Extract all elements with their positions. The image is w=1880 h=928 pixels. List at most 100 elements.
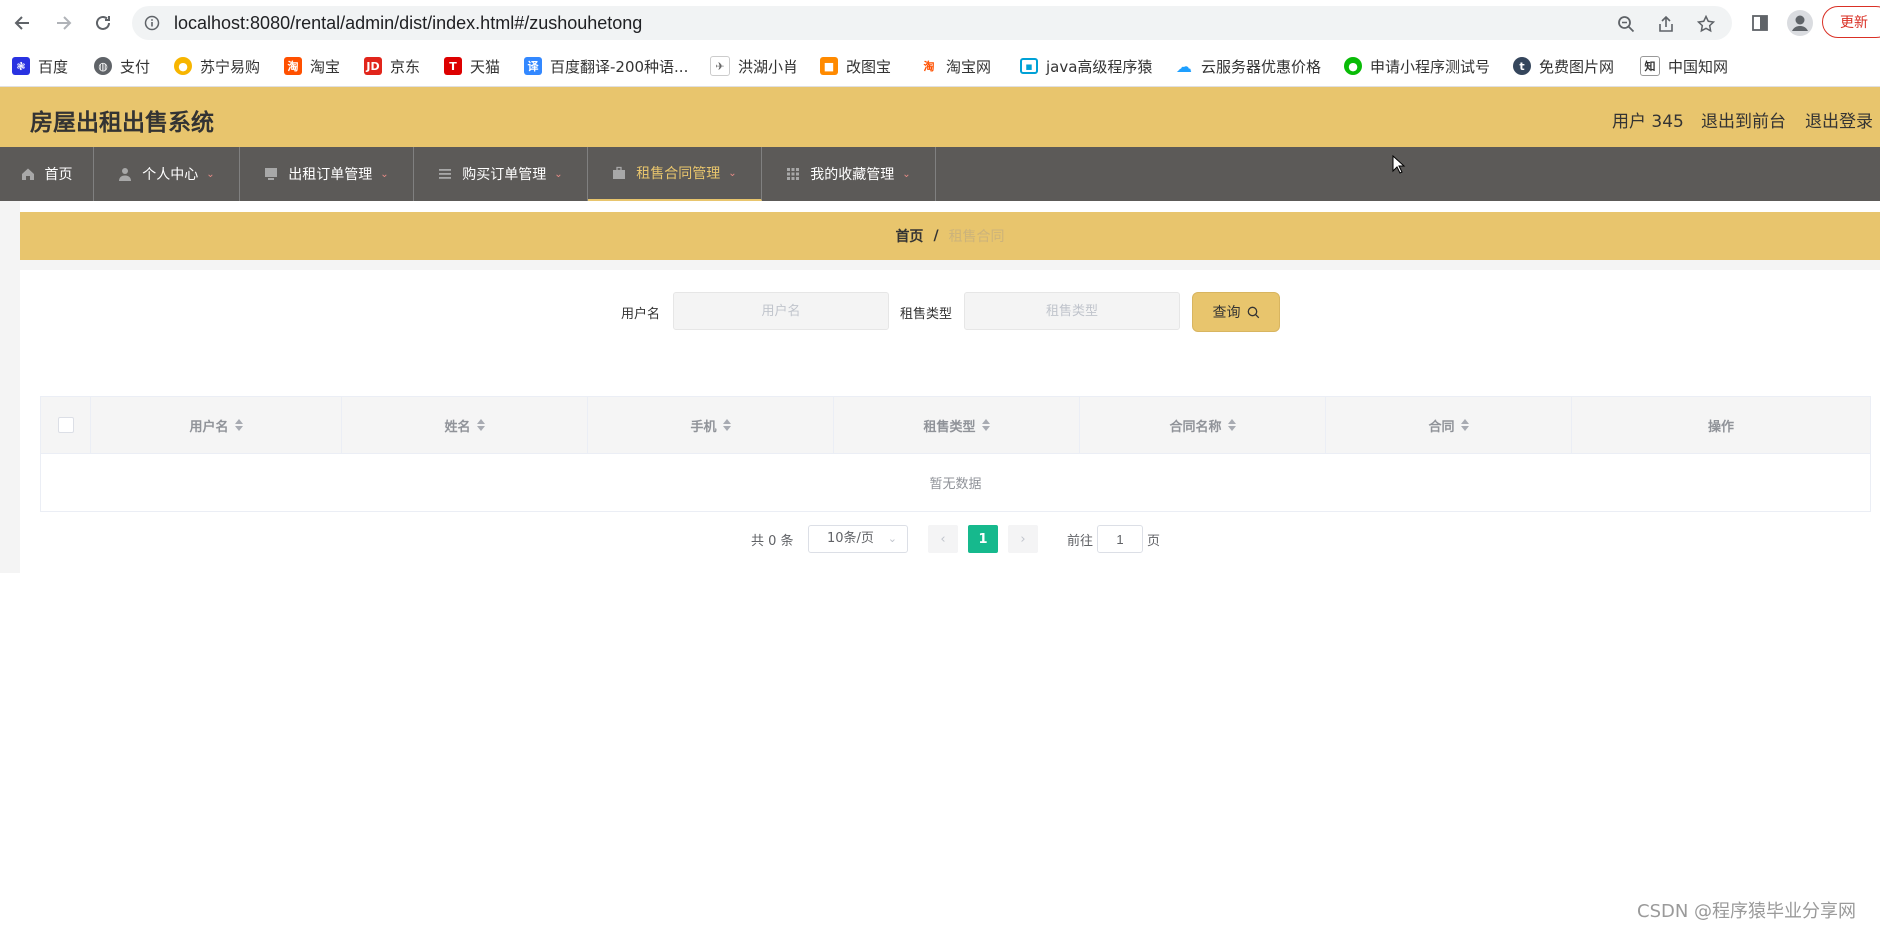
logout-link[interactable]: 退出登录 bbox=[1805, 107, 1873, 132]
cnki-icon: 知 bbox=[1640, 56, 1660, 76]
address-bar[interactable]: localhost:8080/rental/admin/dist/index.h… bbox=[132, 6, 1732, 40]
url-text[interactable]: localhost:8080/rental/admin/dist/index.h… bbox=[174, 13, 642, 34]
menu-purchase-orders[interactable]: 购买订单管理 ⌄ bbox=[414, 147, 588, 201]
sort-icon[interactable] bbox=[722, 419, 731, 431]
breadcrumb: 首页 / 租售合同 bbox=[20, 212, 1880, 260]
share-icon[interactable] bbox=[1656, 14, 1676, 34]
rent-sale-type-input[interactable] bbox=[964, 292, 1180, 330]
cloud-icon: ☁ bbox=[1175, 56, 1193, 76]
bookmark-item[interactable]: ● 苏宁易购 bbox=[174, 54, 260, 78]
chevron-down-icon: ⌄ bbox=[554, 168, 563, 180]
search-button[interactable]: 查询 bbox=[1192, 292, 1280, 332]
sort-icon[interactable] bbox=[1460, 419, 1469, 431]
jd-icon: JD bbox=[364, 57, 382, 75]
profile-avatar-icon[interactable] bbox=[1786, 9, 1814, 37]
next-page-button[interactable]: › bbox=[1008, 525, 1038, 553]
goto-label: 前往 bbox=[1067, 534, 1094, 549]
forward-icon[interactable] bbox=[50, 10, 76, 36]
bookmark-item[interactable]: 知中国知网 bbox=[1640, 54, 1728, 78]
mouse-cursor-icon bbox=[1392, 154, 1406, 179]
bookmarks-bar: ❃ 百度 ◍ 支付 ● 苏宁易购 淘淘宝 JD 京东 T 天猫 译百度翻译-200种语..… bbox=[0, 46, 1880, 87]
zoom-icon[interactable] bbox=[1616, 14, 1636, 34]
bookmark-item[interactable]: ◍ 支付 bbox=[94, 54, 150, 78]
tmall-icon: T bbox=[444, 57, 462, 75]
back-icon[interactable] bbox=[10, 10, 36, 36]
gaitubao-icon: ■ bbox=[820, 57, 838, 75]
sort-icon[interactable] bbox=[476, 419, 485, 431]
page-size-select[interactable]: 10条/页 ⌄ bbox=[808, 525, 908, 553]
left-gutter bbox=[0, 201, 20, 573]
chevron-down-icon: ⌄ bbox=[887, 532, 897, 545]
bookmark-star-icon[interactable] bbox=[1696, 14, 1716, 34]
bookmark-item[interactable]: JD 京东 bbox=[364, 54, 420, 78]
menu-favorites[interactable]: 我的收藏管理 ⌄ bbox=[762, 147, 936, 201]
bookmark-item[interactable]: 译百度翻译-200种语... bbox=[524, 54, 688, 78]
sort-icon[interactable] bbox=[234, 419, 243, 431]
reload-icon[interactable] bbox=[90, 10, 116, 36]
app-header: 房屋出租出售系统 用户 345 退出到前台 退出登录 bbox=[0, 87, 1880, 147]
side-panel-icon[interactable] bbox=[1746, 9, 1774, 37]
page-number-button[interactable]: 1 bbox=[968, 525, 998, 553]
globe-icon: ◍ bbox=[94, 57, 112, 75]
search-icon bbox=[1247, 306, 1260, 319]
content-gap bbox=[20, 260, 1880, 270]
empty-state: 暂无数据 bbox=[929, 476, 982, 492]
column-header[interactable]: 租售类型 bbox=[834, 397, 1080, 453]
bookmark-item[interactable]: ■ 改图宝 bbox=[820, 54, 891, 78]
sort-icon[interactable] bbox=[981, 419, 990, 431]
column-header[interactable]: 合同名称 bbox=[1080, 397, 1326, 453]
wechat-icon: ● bbox=[1344, 57, 1362, 75]
tumblr-icon: t bbox=[1513, 57, 1531, 75]
bookmark-item[interactable]: ❃ 百度 bbox=[12, 54, 68, 78]
baidu-icon: ❃ bbox=[12, 57, 30, 75]
main-menu: 首页 个人中心 ⌄ 出租订单管理 ⌄ 购买订单管理 ⌄ 租售合同管理 ⌄ 我的收藏管理 ⌄ bbox=[0, 147, 1880, 201]
browser-toolbar: localhost:8080/rental/admin/dist/index.h… bbox=[0, 0, 1880, 46]
bookmark-item[interactable]: ● 申请小程序测试号 bbox=[1344, 54, 1490, 78]
menu-personal-center[interactable]: 个人中心 ⌄ bbox=[94, 147, 240, 201]
list-icon bbox=[438, 167, 452, 181]
username-input[interactable] bbox=[673, 292, 889, 330]
bookmark-item[interactable]: ✈ 洪湖小肖 bbox=[710, 54, 798, 78]
bookmark-item[interactable]: ▪ java高级程序猿 bbox=[1020, 54, 1152, 78]
column-header: 操作 bbox=[1707, 419, 1734, 435]
bookmark-item[interactable]: 淘淘宝网 bbox=[920, 54, 991, 78]
breadcrumb-current: 租售合同 bbox=[948, 229, 1005, 245]
pagination-total: 共 0 条 bbox=[751, 534, 794, 549]
rent-sale-type-label: 租售类型 bbox=[900, 307, 953, 322]
column-header[interactable]: 手机 bbox=[588, 397, 834, 453]
exit-to-front-link[interactable]: 退出到前台 bbox=[1701, 107, 1786, 132]
menu-rental-orders[interactable]: 出租订单管理 ⌄ bbox=[240, 147, 414, 201]
update-button[interactable]: 更新 bbox=[1822, 6, 1880, 38]
bookmark-item[interactable]: T 天猫 bbox=[444, 54, 500, 78]
monitor-icon bbox=[264, 167, 278, 181]
column-header[interactable]: 合同 bbox=[1326, 397, 1572, 453]
watermark: CSDN @程序猿毕业分享网 bbox=[1637, 901, 1857, 922]
bookmark-item[interactable]: 淘淘宝 bbox=[284, 54, 340, 78]
menu-contract-management[interactable]: 租售合同管理 ⌄ bbox=[588, 147, 762, 201]
chevron-down-icon: ⌄ bbox=[902, 168, 911, 180]
chevron-down-icon: ⌄ bbox=[728, 167, 737, 179]
chevron-down-icon: ⌄ bbox=[206, 168, 215, 180]
bilibili-icon: ▪ bbox=[1020, 58, 1038, 74]
bookmark-item[interactable]: t 免费图片网 bbox=[1513, 54, 1614, 78]
site-info-icon[interactable] bbox=[144, 15, 160, 35]
select-all-checkbox[interactable] bbox=[57, 417, 74, 433]
menu-home[interactable]: 首页 bbox=[0, 147, 94, 201]
column-header[interactable]: 用户名 bbox=[91, 397, 342, 453]
taobao-icon: 淘 bbox=[284, 57, 302, 75]
column-header[interactable]: 姓名 bbox=[342, 397, 588, 453]
breadcrumb-home[interactable]: 首页 bbox=[895, 226, 923, 246]
goto-page-input[interactable] bbox=[1097, 525, 1143, 553]
home-icon bbox=[21, 167, 35, 181]
contracts-table: 用户名 姓名 手机 租售类型 合同名称 合同 操作 暂无数据 bbox=[40, 396, 1871, 512]
sort-icon[interactable] bbox=[1227, 419, 1236, 431]
breadcrumb-separator: / bbox=[933, 228, 939, 244]
prev-page-button[interactable]: ‹ bbox=[928, 525, 958, 553]
grid-icon bbox=[786, 167, 800, 181]
bird-icon: ✈ bbox=[710, 56, 730, 76]
chevron-down-icon: ⌄ bbox=[380, 168, 389, 180]
bookmark-item[interactable]: ☁ 云服务器优惠价格 bbox=[1175, 54, 1321, 78]
translate-icon: 译 bbox=[524, 57, 542, 75]
taobao-icon: 淘 bbox=[920, 57, 938, 75]
chevron-right-icon: › bbox=[1020, 531, 1026, 547]
